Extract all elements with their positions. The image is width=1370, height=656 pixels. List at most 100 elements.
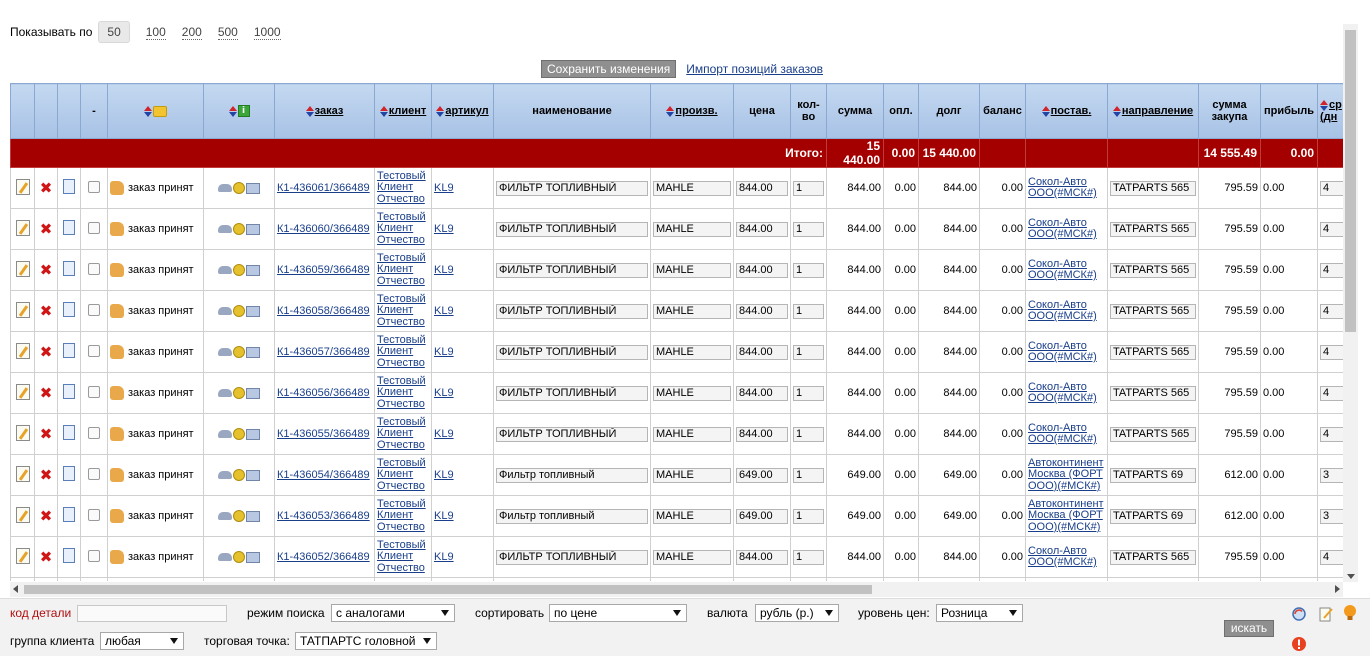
car-icon[interactable] [218, 512, 232, 521]
document-icon[interactable] [63, 466, 75, 481]
delete-icon[interactable]: ✖ [40, 220, 53, 238]
coin-icon[interactable] [233, 551, 245, 564]
warning-icon[interactable] [1291, 636, 1307, 652]
order-cell[interactable]: К1-436055/366489 [274, 413, 375, 455]
coin-icon[interactable] [233, 428, 245, 441]
page-size-1000[interactable]: 1000 [253, 25, 281, 40]
sort-select[interactable]: по цене [549, 604, 687, 622]
document-cell[interactable] [57, 167, 81, 209]
price-field[interactable]: 844.00 [736, 549, 788, 565]
supplier-link[interactable]: Автоконтинент Москва (ФОРТ ООО)(#МСК#) [1028, 498, 1104, 533]
page-size-200[interactable]: 200 [181, 25, 202, 40]
client-link[interactable]: Тестовый Клиент Отчество [377, 539, 426, 574]
document-icon[interactable] [63, 261, 75, 276]
supplier-cell[interactable]: Сокол-Авто ООО(#МСК#) [1025, 372, 1108, 414]
edit-cell[interactable] [10, 372, 35, 414]
coin-icon[interactable] [233, 182, 245, 195]
article-cell[interactable]: KL9 [431, 495, 494, 537]
lightbulb-icon[interactable] [1342, 604, 1358, 620]
coin-icon[interactable] [233, 469, 245, 482]
edit-icon[interactable] [15, 383, 30, 400]
supplier-link[interactable]: Сокол-Авто ООО(#МСК#) [1028, 299, 1097, 323]
brand-field[interactable]: MAHLE [653, 467, 731, 483]
price-field[interactable]: 844.00 [736, 385, 788, 401]
sort-client-link[interactable]: клиент [389, 105, 427, 117]
parcel-icon[interactable] [246, 346, 260, 358]
delete-cell[interactable]: ✖ [34, 454, 58, 496]
article-cell[interactable]: KL9 [431, 372, 494, 414]
client-link[interactable]: Тестовый Клиент Отчество [377, 375, 426, 410]
brand-field[interactable]: MAHLE [653, 303, 731, 319]
supplier-cell[interactable]: Автоконтинент Москва (ФОРТ ООО)(#МСК#) [1025, 495, 1108, 537]
article-cell[interactable] [431, 577, 494, 581]
article-link[interactable]: KL9 [434, 346, 454, 358]
supplier-cell[interactable]: Сокол-Авто ООО(#МСК#) [1025, 413, 1108, 455]
article-link[interactable]: KL9 [434, 510, 454, 522]
price-field[interactable]: 844.00 [736, 426, 788, 442]
edit-cell[interactable] [10, 536, 35, 578]
supplier-cell[interactable]: Сокол-Авто ООО(#МСК#) [1025, 536, 1108, 578]
select-cell[interactable] [80, 290, 108, 332]
search-mode-select[interactable]: с аналогами [331, 604, 455, 622]
car-icon[interactable] [218, 348, 232, 357]
document-icon[interactable] [63, 179, 75, 194]
actions-cell[interactable] [203, 536, 275, 578]
document-icon[interactable] [63, 220, 75, 235]
select-cell[interactable] [80, 413, 108, 455]
edit-note-icon[interactable] [1318, 606, 1334, 622]
document-cell[interactable] [57, 249, 81, 291]
scroll-left-arrow-icon[interactable] [13, 585, 18, 593]
client-cell[interactable]: Тестовый Клиент Отчество [374, 331, 432, 373]
direction-field[interactable]: TATPARTS 69 [1110, 508, 1196, 524]
direction-field[interactable]: TATPARTS 565 [1110, 385, 1196, 401]
brand-field[interactable]: MAHLE [653, 426, 731, 442]
actions-cell[interactable] [203, 249, 275, 291]
delete-cell[interactable]: ✖ [34, 331, 58, 373]
brand-field[interactable]: MAHLE [653, 385, 731, 401]
quantity-field[interactable]: 1 [793, 180, 824, 196]
client-cell[interactable]: Тестовый Клиент Отчество [374, 208, 432, 250]
edit-icon[interactable] [15, 547, 30, 564]
client-cell[interactable]: Тестовый Клиент Отчество [374, 495, 432, 537]
actions-cell[interactable] [203, 454, 275, 496]
page-size-500[interactable]: 500 [217, 25, 238, 40]
scroll-down-arrow-icon[interactable] [1347, 574, 1355, 579]
edit-icon[interactable] [15, 506, 30, 523]
delete-icon[interactable]: ✖ [40, 179, 53, 197]
car-icon[interactable] [218, 266, 232, 275]
supplier-cell[interactable]: Сокол-Авто [1025, 577, 1108, 581]
actions-cell[interactable] [203, 372, 275, 414]
edit-icon[interactable] [15, 260, 30, 277]
delete-icon[interactable]: ✖ [40, 466, 53, 484]
actions-cell[interactable] [203, 208, 275, 250]
part-name-field[interactable]: ФИЛЬТР ТОПЛИВНЫЙ [496, 221, 648, 237]
quantity-field[interactable]: 1 [793, 221, 824, 237]
direction-field[interactable]: TATPARTS 565 [1110, 549, 1196, 565]
order-cell[interactable] [274, 577, 375, 581]
edit-cell[interactable] [10, 290, 35, 332]
horizontal-scrollbar[interactable] [10, 582, 1343, 597]
price-field[interactable]: 844.00 [736, 303, 788, 319]
edit-icon[interactable] [15, 342, 30, 359]
direction-field[interactable]: TATPARTS 565 [1110, 180, 1196, 196]
article-link[interactable]: KL9 [434, 551, 454, 563]
header-info[interactable]: i [203, 83, 275, 139]
delete-cell[interactable]: ✖ [34, 577, 58, 581]
delete-icon[interactable]: ✖ [40, 507, 53, 525]
row-checkbox[interactable] [88, 549, 100, 562]
delete-cell[interactable]: ✖ [34, 413, 58, 455]
order-number-link[interactable]: К1-436053/366489 [277, 510, 370, 522]
client-link[interactable]: Тестовый Клиент Отчество [377, 252, 426, 287]
coin-icon[interactable] [233, 223, 245, 236]
document-icon[interactable] [63, 507, 75, 522]
supplier-cell[interactable]: Сокол-Авто ООО(#МСК#) [1025, 208, 1108, 250]
part-name-field[interactable]: ФИЛЬТР ТОПЛИВНЫЙ [496, 344, 648, 360]
select-cell[interactable] [80, 249, 108, 291]
supplier-cell[interactable]: Автоконтинент Москва (ФОРТ ООО)(#МСК#) [1025, 454, 1108, 496]
supplier-link[interactable]: Сокол-Авто ООО(#МСК#) [1028, 340, 1097, 364]
edit-cell[interactable] [10, 577, 35, 581]
part-name-field[interactable]: ФИЛЬТР ТОПЛИВНЫЙ [496, 180, 648, 196]
supplier-link[interactable]: Сокол-Авто ООО(#МСК#) [1028, 258, 1097, 282]
term-field[interactable]: 4 [1320, 426, 1343, 442]
edit-cell[interactable] [10, 454, 35, 496]
